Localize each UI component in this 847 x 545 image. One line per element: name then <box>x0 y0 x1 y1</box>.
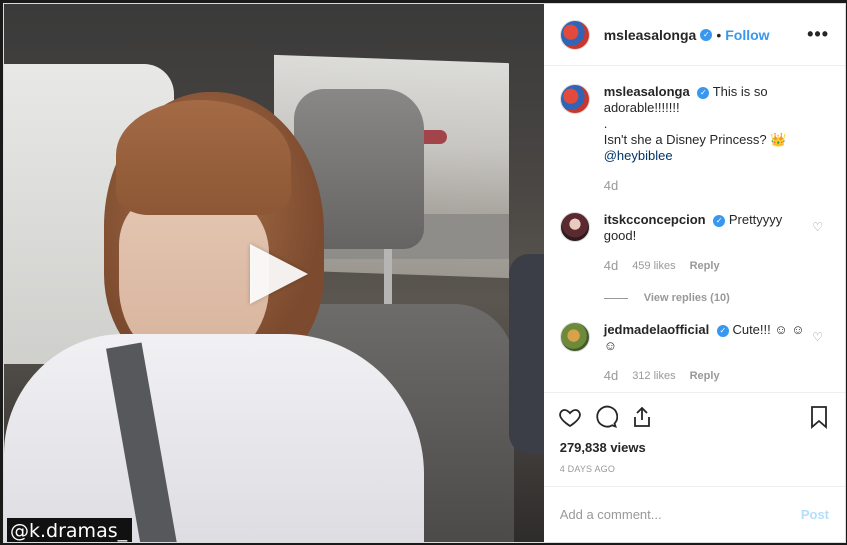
video-watermark: @k.dramas_ <box>7 518 133 542</box>
avatar[interactable] <box>559 322 590 352</box>
more-options-icon[interactable]: ••• <box>807 24 829 45</box>
action-bar <box>543 392 845 440</box>
caption-text-2: Isn't she a Disney Princess? 👑 <box>603 132 787 147</box>
caption-meta: 4d <box>604 178 809 194</box>
comment-likes[interactable]: 459 likes <box>632 258 675 274</box>
view-replies-button[interactable]: View replies (10) <box>603 292 829 304</box>
reply-button[interactable]: Reply <box>690 258 720 274</box>
comment-composer: Add a comment... Post <box>543 486 845 542</box>
reply-button[interactable]: Reply <box>690 368 720 384</box>
caption: msleasalonga ✓ This is so adorable!!!!!!… <box>559 84 829 194</box>
post-timestamp[interactable]: 4 DAYS AGO <box>544 464 845 486</box>
bangs <box>116 100 291 215</box>
view-replies-label[interactable]: View replies (10) <box>644 292 730 304</box>
caption-body: msleasalonga ✓ This is so adorable!!!!!!… <box>604 84 809 194</box>
comment-username[interactable]: itskcconcepcion <box>604 212 706 227</box>
comment-meta: 4d 459 likes Reply <box>604 258 809 274</box>
avatar[interactable] <box>559 84 590 114</box>
heart-icon[interactable]: ♡ <box>812 330 823 344</box>
comment-body: jedmadelaofficial ✓ Cute!!! ☺ ☺ ☺ 4d 312… <box>604 322 809 384</box>
comment-item: jedmadelaofficial ✓ Cute!!! ☺ ☺ ☺ 4d 312… <box>559 322 829 384</box>
share-icon[interactable] <box>630 405 654 429</box>
follow-button[interactable]: Follow <box>725 27 769 43</box>
header-username[interactable]: msleasalonga <box>604 27 697 43</box>
comments-list[interactable]: msleasalonga ✓ This is so adorable!!!!!!… <box>544 66 845 392</box>
passenger-shape <box>509 254 544 454</box>
avatar[interactable] <box>559 19 590 50</box>
caption-time[interactable]: 4d <box>604 178 618 194</box>
comment-input[interactable]: Add a comment... <box>560 507 801 522</box>
comment-username[interactable]: jedmadelaofficial <box>604 322 709 337</box>
comment-icon[interactable] <box>594 405 618 429</box>
post-header: msleasalonga ✓ • Follow ••• <box>543 4 845 66</box>
comment-item: itskcconcepcion ✓ Prettyyyy good! 4d 459… <box>559 212 829 274</box>
bookmark-icon[interactable] <box>807 405 831 429</box>
comment-body: itskcconcepcion ✓ Prettyyyy good! 4d 459… <box>604 212 809 274</box>
person-shirt <box>4 334 424 542</box>
comment-likes[interactable]: 312 likes <box>632 368 675 384</box>
avatar[interactable] <box>559 212 590 242</box>
mention-link[interactable]: @heybiblee <box>604 148 673 163</box>
separator-dot: • <box>716 26 722 43</box>
view-count[interactable]: 279,838 views <box>544 440 845 460</box>
comment-time[interactable]: 4d <box>604 258 618 274</box>
verified-badge-icon: ✓ <box>697 86 710 99</box>
post-side-panel: msleasalonga ✓ • Follow ••• msleasalonga… <box>543 4 845 542</box>
heart-icon[interactable] <box>558 405 582 429</box>
post-button[interactable]: Post <box>801 507 829 522</box>
verified-badge-icon: ✓ <box>713 214 726 227</box>
post-modal: @k.dramas_ msleasalonga ✓ • Follow ••• m… <box>3 3 846 543</box>
comment-time[interactable]: 4d <box>604 368 618 384</box>
divider-line <box>603 297 628 299</box>
verified-badge-icon: ✓ <box>716 324 729 337</box>
caption-dot-line: . <box>603 116 608 131</box>
verified-badge-icon: ✓ <box>700 28 713 41</box>
caption-username[interactable]: msleasalonga <box>604 84 690 99</box>
play-icon[interactable] <box>250 244 308 304</box>
comment-meta: 4d 312 likes Reply <box>604 368 809 384</box>
video-player[interactable]: @k.dramas_ <box>4 4 544 542</box>
heart-icon[interactable]: ♡ <box>812 220 823 234</box>
